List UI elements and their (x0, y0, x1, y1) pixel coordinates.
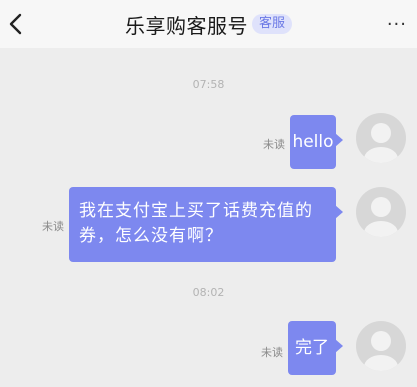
chat-title: 乐享购客服号 (124, 13, 248, 38)
title-area: 乐享购客服号 客服 (0, 0, 417, 48)
message-text: hello (292, 132, 334, 152)
message-text: 完了 (295, 338, 329, 358)
message-bubble[interactable]: 我在支付宝上买了话费充值的券，怎么没有啊？ (69, 187, 343, 262)
avatar-icon[interactable] (356, 113, 406, 163)
avatar-icon[interactable] (356, 321, 406, 371)
chat-header: 乐享购客服号 客服 ··· (0, 0, 417, 48)
avatar-icon[interactable] (356, 187, 406, 237)
unread-label: 未读 (261, 346, 283, 359)
message-bubble[interactable]: hello (290, 115, 343, 169)
unread-label: 未读 (263, 138, 285, 151)
message-text: 我在支付宝上买了话费充值的券，怎么没有啊？ (79, 201, 313, 246)
unread-label: 未读 (42, 220, 64, 233)
timestamp: 07:58 (192, 78, 225, 91)
service-badge: 客服 (251, 14, 292, 34)
message-bubble[interactable]: 完了 (288, 321, 343, 375)
more-icon[interactable]: ··· (387, 14, 407, 35)
timestamp: 08:02 (192, 286, 225, 299)
